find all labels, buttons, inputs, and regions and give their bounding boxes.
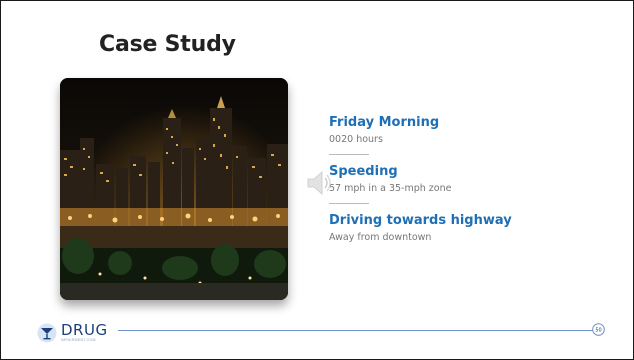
footer-divider: [118, 330, 594, 331]
logo-word: DRUG: [61, 321, 108, 340]
fact-item: Driving towards highway Away from downto…: [329, 213, 569, 243]
fact-item: Friday Morning 0020 hours: [329, 115, 569, 145]
fact-title: Driving towards highway: [329, 213, 512, 228]
page-number-badge: 50: [592, 323, 605, 336]
facts-list: Friday Morning 0020 hours Speeding 57 mp…: [329, 115, 569, 243]
slide-title: Case Study: [99, 32, 236, 57]
slide: Case Study Friday Morning 0020 hours Spe…: [0, 0, 634, 360]
fact-subtitle: Away from downtown: [329, 232, 432, 243]
divider: [329, 154, 369, 155]
page-number: 50: [595, 327, 601, 333]
brand-logo: DRUG IMPAIRMENT.COM: [37, 323, 108, 343]
city-skyline-photo: [60, 78, 288, 300]
divider: [329, 203, 369, 204]
cocktail-glass-icon: [37, 323, 57, 343]
logo-subtext: IMPAIRMENT.COM: [61, 338, 96, 343]
fact-title: Speeding: [329, 164, 398, 179]
speaker-icon[interactable]: [306, 169, 334, 197]
fact-title: Friday Morning: [329, 115, 440, 130]
fact-subtitle: 57 mph in a 35-mph zone: [329, 183, 452, 194]
fact-item: Speeding 57 mph in a 35-mph zone: [329, 164, 569, 194]
fact-subtitle: 0020 hours: [329, 134, 383, 145]
